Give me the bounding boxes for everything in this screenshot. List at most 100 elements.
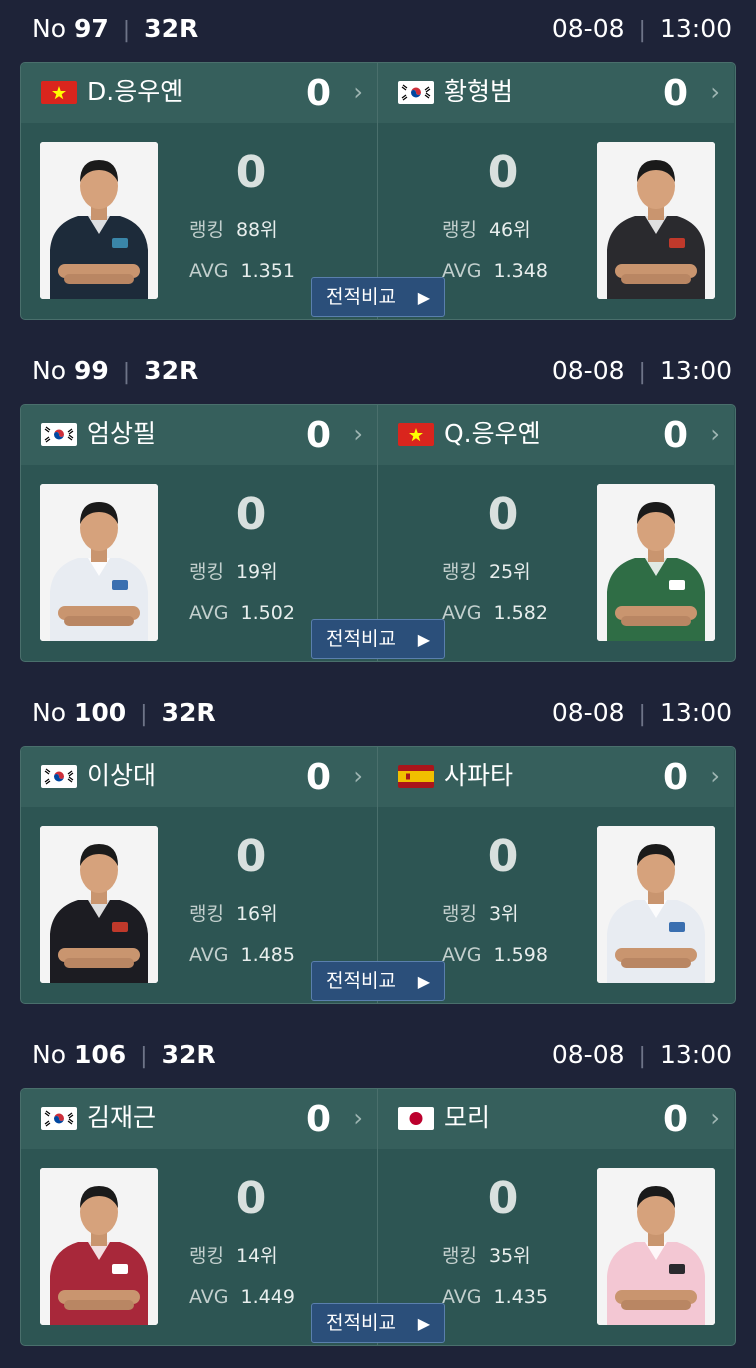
head-to-head-button[interactable]: 전적비교 ▶ [311,961,445,1001]
player-set-score: 0 [662,73,688,114]
average-label: AVG [189,944,229,966]
player-set-score: 0 [662,1099,688,1140]
chevron-right-icon[interactable]: › [710,1089,720,1147]
average-value: 1.485 [240,944,295,966]
player-set-score: 0 [305,757,331,798]
separator: | [638,1044,646,1069]
separator: | [140,702,148,727]
player-name: 사파타 [444,761,514,790]
player-name: 엄상필 [87,419,157,448]
average-value: 1.582 [493,602,548,624]
ranking-label: 랭킹 [189,561,224,583]
match-round: 32R [144,356,199,385]
player-score: 0 [487,831,519,882]
player-set-score: 0 [305,1099,331,1140]
match-date: 08-08 [551,14,625,43]
ranking-value: 19위 [235,561,278,583]
player-set-score: 0 [305,415,331,456]
player-header[interactable]: 황형범 0 › [378,63,734,123]
player-photo[interactable] [597,484,715,641]
player-name: 황형범 [444,77,514,106]
country-flag-icon [398,423,434,446]
match-block: No 99 | 32R 08-08 | 13:00 엄상필 0 › 0 랭킹 19위 AVG 1.502 Q… [0,342,756,684]
player-score: 0 [487,147,519,198]
chevron-right-icon[interactable]: › [710,405,720,463]
ranking-label: 랭킹 [189,903,224,925]
player-score: 0 [235,147,267,198]
chevron-right-icon[interactable]: › [353,1089,363,1147]
separator: | [122,18,131,43]
ranking-label: 랭킹 [442,561,477,583]
ranking-stat: 랭킹 3위 [442,899,519,926]
match-no-label: No [32,698,66,727]
ranking-stat: 랭킹 16위 [189,899,278,926]
ranking-stat: 랭킹 25위 [442,557,531,584]
match-round: 32R [161,1040,216,1069]
player-name: Q.응우옌 [444,419,541,448]
head-to-head-button[interactable]: 전적비교 ▶ [311,619,445,659]
match-time: 13:00 [659,14,732,43]
match-header: No 100 | 32R 08-08 | 13:00 [0,684,756,746]
match-block: No 106 | 32R 08-08 | 13:00 김재근 0 › 0 랭킹 14위 AVG 1.449… [0,1026,756,1368]
ranking-value: 3위 [488,903,519,925]
match-schedule: 08-08 | 13:00 [552,0,732,60]
head-to-head-button[interactable]: 전적비교 ▶ [311,277,445,317]
match-header: No 97 | 32R 08-08 | 13:00 [0,0,756,62]
head-to-head-label: 전적비교 [326,1312,396,1334]
ranking-label: 랭킹 [442,1245,477,1267]
head-to-head-label: 전적비교 [326,286,396,308]
match-block: No 97 | 32R 08-08 | 13:00 D.응우옌 0 › 0 랭킹 88위 AVG 1.35… [0,0,756,342]
separator: | [638,702,646,727]
player-header[interactable]: 모리 0 › [378,1089,734,1149]
average-stat: AVG 1.502 [189,602,295,624]
average-value: 1.348 [493,260,548,282]
ranking-stat: 랭킹 19위 [189,557,278,584]
match-no-label: No [32,14,66,43]
average-stat: AVG 1.485 [189,944,295,966]
average-stat: AVG 1.351 [189,260,295,282]
country-flag-icon [398,765,434,788]
country-flag-icon [41,81,77,104]
player-photo[interactable] [40,142,158,299]
chevron-right-icon[interactable]: › [710,747,720,805]
match-date: 08-08 [551,698,625,727]
match-number: No 99 | 32R [32,342,198,402]
match-number: No 100 | 32R [32,684,216,744]
player-photo[interactable] [40,1168,158,1325]
match-block: No 100 | 32R 08-08 | 13:00 이상대 0 › 0 랭킹 16위 AVG 1.485… [0,684,756,1026]
ranking-stat: 랭킹 35위 [442,1241,531,1268]
match-card: 이상대 0 › 0 랭킹 16위 AVG 1.485 사파타 0 › 0 랭킹 3위 AVG 1.598 전적비… [20,746,736,1004]
player-photo[interactable] [597,1168,715,1325]
chevron-right-icon[interactable]: › [353,747,363,805]
player-photo[interactable] [40,484,158,641]
head-to-head-label: 전적비교 [326,970,396,992]
match-time: 13:00 [659,698,732,727]
player-header[interactable]: D.응우옌 0 › [21,63,377,123]
play-arrow-icon: ▶ [417,630,430,649]
player-header[interactable]: Q.응우옌 0 › [378,405,734,465]
chevron-right-icon[interactable]: › [353,405,363,463]
player-header[interactable]: 김재근 0 › [21,1089,377,1149]
player-header[interactable]: 이상대 0 › [21,747,377,807]
match-no-value: 99 [73,356,109,385]
player-photo[interactable] [597,826,715,983]
player-photo[interactable] [597,142,715,299]
player-photo[interactable] [40,826,158,983]
average-value: 1.449 [240,1286,295,1308]
ranking-value: 25위 [488,561,531,583]
player-score: 0 [235,831,267,882]
match-date: 08-08 [551,356,625,385]
player-score: 0 [487,489,519,540]
head-to-head-button[interactable]: 전적비교 ▶ [311,1303,445,1343]
chevron-right-icon[interactable]: › [710,63,720,121]
player-score: 0 [235,1173,267,1224]
match-card: 김재근 0 › 0 랭킹 14위 AVG 1.449 모리 0 › 0 랭킹 35위 AVG 1.435 전적비… [20,1088,736,1346]
country-flag-icon [41,765,77,788]
country-flag-icon [41,1107,77,1130]
player-name: 이상대 [87,761,157,790]
player-header[interactable]: 사파타 0 › [378,747,734,807]
player-set-score: 0 [305,73,331,114]
player-header[interactable]: 엄상필 0 › [21,405,377,465]
chevron-right-icon[interactable]: › [353,63,363,121]
average-value: 1.598 [493,944,548,966]
